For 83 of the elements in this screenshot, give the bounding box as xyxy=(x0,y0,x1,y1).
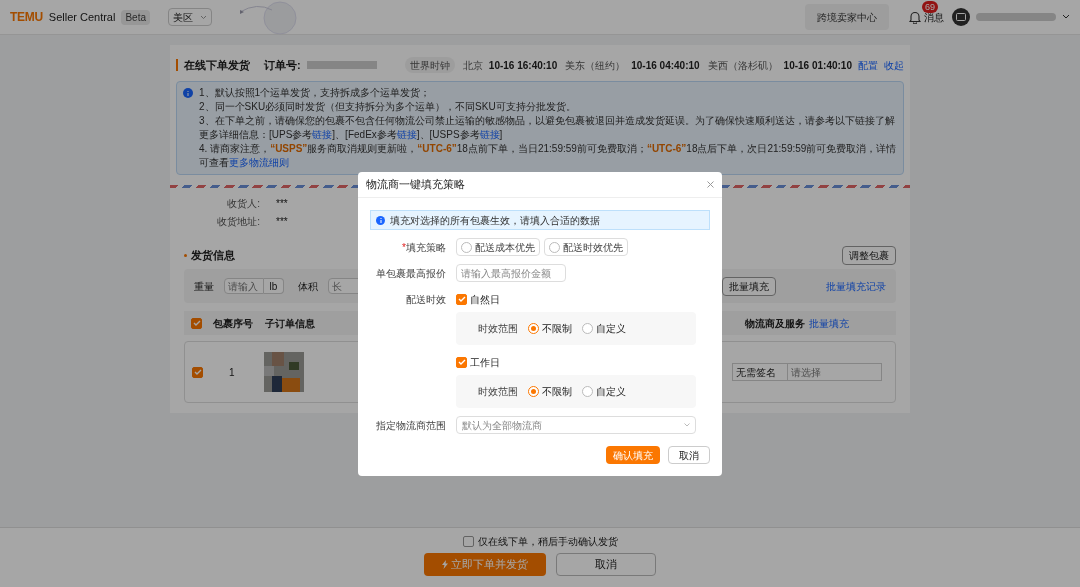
column-header: 物流商及服务 xyxy=(745,316,805,331)
signature-select[interactable]: 无需签名 xyxy=(732,363,788,381)
clock-city: 美东（纽约） xyxy=(565,58,626,73)
option-label: 仅在线下单，稍后手动确认发货 xyxy=(477,535,618,549)
field-value: *** xyxy=(276,196,288,211)
beta-badge: Beta xyxy=(121,9,150,25)
radio-option[interactable]: 自定义 xyxy=(582,321,626,336)
weight-field[interactable]: 请输入 xyxy=(224,278,264,294)
strategy-option[interactable]: 配送时效优先 xyxy=(544,238,628,256)
service-select[interactable]: 请选择 xyxy=(788,363,882,381)
chevron-down-icon[interactable] xyxy=(1062,14,1070,20)
world-clock-badge: 世界时钟 xyxy=(404,57,455,73)
checkbox[interactable] xyxy=(456,293,467,305)
info-text: 填充对选择的所有包裹生效，请填入合适的数据 xyxy=(390,213,600,228)
adjust-package-button[interactable]: 调整包裹 xyxy=(842,246,896,265)
section-title: 发货信息 xyxy=(191,248,235,264)
field-value: *** xyxy=(276,214,288,229)
field-label: 配送时效 xyxy=(406,292,446,307)
field-label: 填充策略 xyxy=(406,240,446,255)
radio-button[interactable] xyxy=(549,241,560,253)
clock-time: 10-16 01:40:10 xyxy=(783,58,852,73)
clock-city: 北京 xyxy=(462,58,483,73)
field-label: 收货人: xyxy=(226,196,260,211)
field-label: 时效范围 xyxy=(478,322,518,336)
radio-option[interactable]: 不限制 xyxy=(528,321,572,336)
field-label: 单包裹最高报价 xyxy=(376,266,446,281)
checkbox[interactable] xyxy=(192,366,203,378)
notice-text: 1、默认按照1个运单发货，支持拆成多个运单发货； xyxy=(199,86,432,100)
batch-fill-record-link[interactable]: 批量填充记录 xyxy=(826,278,886,294)
batch-fill-button[interactable]: 批量填充 xyxy=(722,276,776,296)
cancel-button[interactable]: 取消 xyxy=(668,446,710,464)
bell-icon xyxy=(909,10,921,24)
lightning-icon xyxy=(442,560,448,569)
chevron-down-icon xyxy=(684,423,690,427)
logo: TEMU xyxy=(10,9,43,26)
order-label: 订单号: xyxy=(264,57,301,73)
info-icon xyxy=(183,88,193,98)
radio-button[interactable] xyxy=(582,323,593,334)
batch-fill-link[interactable]: 批量填充 xyxy=(809,315,849,331)
column-header: 子订单信息 xyxy=(265,316,315,331)
close-icon[interactable] xyxy=(707,181,714,188)
field-label: 时效范围 xyxy=(478,385,518,399)
required-mark: * xyxy=(402,240,406,255)
radio-button[interactable] xyxy=(528,323,539,334)
unit-label: lb xyxy=(264,278,284,294)
checkbox-label: 自然日 xyxy=(470,292,500,307)
avatar-icon xyxy=(952,8,970,26)
cancel-button[interactable]: 取消 xyxy=(556,553,656,576)
field-label: 体积 xyxy=(298,279,318,294)
app-name: Seller Central xyxy=(48,9,116,25)
clock-time: 10-16 04:40:10 xyxy=(631,58,700,73)
notice-text: 3、在下单之前，请确保您的包裹不包含任何物流公司禁止运输的敏感物品，以避免包裹被退回并造成发货延误。为了确保快速顺利送达，请参考以下链接了解更多详细信息：[UPS参考链接]、[FedEx参考链接]、[USPS参考链接] xyxy=(199,114,896,142)
checkbox-label: 工作日 xyxy=(470,355,500,370)
radio-option[interactable]: 不限制 xyxy=(528,384,572,399)
redacted-order-number xyxy=(306,61,377,69)
message-count-badge: 69 xyxy=(922,0,938,13)
seller-center-button[interactable]: 跨境卖家中心 xyxy=(805,4,889,30)
page-title: 在线下单发货 xyxy=(184,57,250,73)
notice-text: 2、同一个SKU必须同时发货（但支持拆分为多个运单），不同SKU可支持分批发货。 xyxy=(199,100,577,114)
field-label: 指定物流商范围 xyxy=(376,418,446,433)
checkbox[interactable] xyxy=(456,356,467,368)
radio-option[interactable]: 自定义 xyxy=(582,384,626,399)
link[interactable]: 配置 xyxy=(858,57,878,73)
price-field[interactable]: 请输入最高报价金额 xyxy=(456,264,566,282)
link[interactable]: 收起 xyxy=(884,57,904,73)
field-label: 收货地址: xyxy=(216,214,260,229)
radio-button[interactable] xyxy=(528,386,539,397)
region-select[interactable]: 美区 xyxy=(168,8,212,26)
radio-button[interactable] xyxy=(582,386,593,397)
radio-button[interactable] xyxy=(461,241,472,253)
notice-text: 4. 请商家注意，“USPS”服务商取消规则更新啦，“UTC-6”18点前下单，当日21:59:59前可免费取消；“UTC-6”18点后下单，次日21:59:59前可免费取消，详情可查看更多物流细则 xyxy=(199,142,897,170)
checkbox[interactable] xyxy=(191,317,202,329)
clock-city: 美西（洛杉矶） xyxy=(707,58,778,73)
strategy-option[interactable]: 配送成本优先 xyxy=(456,238,540,256)
field-label: 重量 xyxy=(194,279,214,294)
column-header: 包裹序号 xyxy=(213,316,253,331)
carrier-select[interactable]: 默认为全部物流商 xyxy=(456,416,696,434)
package-index: 1 xyxy=(229,365,236,380)
clock-time: 10-16 16:40:10 xyxy=(488,58,558,73)
checkbox[interactable] xyxy=(462,536,474,547)
info-icon xyxy=(376,215,385,225)
chevron-down-icon xyxy=(200,14,207,20)
dialog-title: 物流商一键填充策略 xyxy=(366,177,465,193)
